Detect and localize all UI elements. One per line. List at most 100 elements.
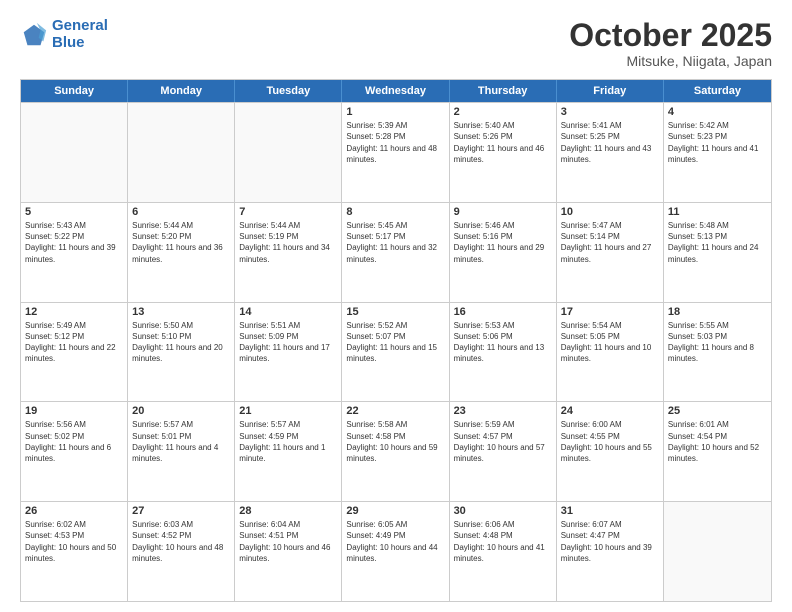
day-cell-24: 24 Sunrise: 6:00 AM Sunset: 4:55 PM Dayli… xyxy=(557,402,664,501)
week-row-5: 26Sunrise: 6:02 AM Sunset: 4:53 PM Dayli… xyxy=(21,501,771,601)
day-number: 30 xyxy=(454,505,552,517)
header-day-wednesday: Wednesday xyxy=(342,80,449,102)
day-cell-2: 2 Sunrise: 5:40 AM Sunset: 5:26 PM Daylig… xyxy=(450,103,557,202)
day-number: 17 xyxy=(561,306,659,318)
day-number: 5 xyxy=(25,206,123,218)
day-info: Sunrise: 5:40 AM Sunset: 5:26 PM Dayligh… xyxy=(454,120,552,165)
day-info: Sunrise: 5:50 AM Sunset: 5:10 PM Dayligh… xyxy=(132,320,230,365)
day-cell-15: 15 Sunrise: 5:52 AM Sunset: 5:07 PM Dayli… xyxy=(342,303,449,402)
day-cell-28: 28Sunrise: 6:04 AM Sunset: 4:51 PM Dayli… xyxy=(235,502,342,601)
day-info: Sunrise: 5:41 AM Sunset: 5:25 PM Dayligh… xyxy=(561,120,659,165)
day-number: 12 xyxy=(25,306,123,318)
day-number: 9 xyxy=(454,206,552,218)
day-number: 28 xyxy=(239,505,337,517)
day-cell-21: 21Sunrise: 5:57 AM Sunset: 4:59 PM Dayli… xyxy=(235,402,342,501)
day-cell-19: 19 Sunrise: 5:56 AM Sunset: 5:02 PM Dayli… xyxy=(21,402,128,501)
day-number: 3 xyxy=(561,106,659,118)
day-info: Sunrise: 6:00 AM Sunset: 4:55 PM Dayligh… xyxy=(561,419,659,464)
day-info: Sunrise: 5:59 AM Sunset: 4:57 PM Dayligh… xyxy=(454,419,552,464)
header-day-tuesday: Tuesday xyxy=(235,80,342,102)
day-cell-9: 9Sunrise: 5:46 AM Sunset: 5:16 PM Daylig… xyxy=(450,203,557,302)
week-row-4: 19 Sunrise: 5:56 AM Sunset: 5:02 PM Dayli… xyxy=(21,401,771,501)
month-title: October 2025 xyxy=(569,18,772,53)
day-number: 29 xyxy=(346,505,444,517)
page: General Blue October 2025 Mitsuke, Niiga… xyxy=(0,0,792,612)
day-number: 2 xyxy=(454,106,552,118)
day-number: 31 xyxy=(561,505,659,517)
calendar: SundayMondayTuesdayWednesdayThursdayFrid… xyxy=(20,79,772,602)
day-number: 1 xyxy=(346,106,444,118)
day-number: 20 xyxy=(132,405,230,417)
day-number: 6 xyxy=(132,206,230,218)
logo-icon xyxy=(20,21,48,49)
day-cell-16: 16Sunrise: 5:53 AM Sunset: 5:06 PM Dayli… xyxy=(450,303,557,402)
day-info: Sunrise: 5:39 AM Sunset: 5:28 PM Dayligh… xyxy=(346,120,444,165)
day-cell-22: 22 Sunrise: 5:58 AM Sunset: 4:58 PM Dayli… xyxy=(342,402,449,501)
day-info: Sunrise: 5:52 AM Sunset: 5:07 PM Dayligh… xyxy=(346,320,444,365)
day-info: Sunrise: 5:43 AM Sunset: 5:22 PM Dayligh… xyxy=(25,220,123,265)
day-info: Sunrise: 5:47 AM Sunset: 5:14 PM Dayligh… xyxy=(561,220,659,265)
day-cell-23: 23 Sunrise: 5:59 AM Sunset: 4:57 PM Dayli… xyxy=(450,402,557,501)
day-info: Sunrise: 6:05 AM Sunset: 4:49 PM Dayligh… xyxy=(346,519,444,564)
day-number: 19 xyxy=(25,405,123,417)
day-number: 13 xyxy=(132,306,230,318)
day-info: Sunrise: 5:55 AM Sunset: 5:03 PM Dayligh… xyxy=(668,320,767,365)
day-info: Sunrise: 6:06 AM Sunset: 4:48 PM Dayligh… xyxy=(454,519,552,564)
day-info: Sunrise: 5:48 AM Sunset: 5:13 PM Dayligh… xyxy=(668,220,767,265)
day-cell-18: 18 Sunrise: 5:55 AM Sunset: 5:03 PM Dayli… xyxy=(664,303,771,402)
day-number: 14 xyxy=(239,306,337,318)
day-cell-20: 20 Sunrise: 5:57 AM Sunset: 5:01 PM Dayli… xyxy=(128,402,235,501)
day-cell-30: 30 Sunrise: 6:06 AM Sunset: 4:48 PM Dayli… xyxy=(450,502,557,601)
day-cell-17: 17Sunrise: 5:54 AM Sunset: 5:05 PM Dayli… xyxy=(557,303,664,402)
week-row-3: 12 Sunrise: 5:49 AM Sunset: 5:12 PM Dayli… xyxy=(21,302,771,402)
day-number: 15 xyxy=(346,306,444,318)
day-number: 18 xyxy=(668,306,767,318)
day-info: Sunrise: 5:42 AM Sunset: 5:23 PM Dayligh… xyxy=(668,120,767,165)
day-cell-1: 1 Sunrise: 5:39 AM Sunset: 5:28 PM Daylig… xyxy=(342,103,449,202)
day-number: 8 xyxy=(346,206,444,218)
day-number: 16 xyxy=(454,306,552,318)
day-cell-29: 29 Sunrise: 6:05 AM Sunset: 4:49 PM Dayli… xyxy=(342,502,449,601)
day-cell-4: 4 Sunrise: 5:42 AM Sunset: 5:23 PM Daylig… xyxy=(664,103,771,202)
day-info: Sunrise: 6:07 AM Sunset: 4:47 PM Dayligh… xyxy=(561,519,659,564)
day-number: 25 xyxy=(668,405,767,417)
day-cell-8: 8Sunrise: 5:45 AM Sunset: 5:17 PM Daylig… xyxy=(342,203,449,302)
day-info: Sunrise: 5:44 AM Sunset: 5:19 PM Dayligh… xyxy=(239,220,337,265)
day-info: Sunrise: 5:58 AM Sunset: 4:58 PM Dayligh… xyxy=(346,419,444,464)
day-cell-5: 5 Sunrise: 5:43 AM Sunset: 5:22 PM Daylig… xyxy=(21,203,128,302)
day-info: Sunrise: 5:49 AM Sunset: 5:12 PM Dayligh… xyxy=(25,320,123,365)
day-info: Sunrise: 6:01 AM Sunset: 4:54 PM Dayligh… xyxy=(668,419,767,464)
calendar-body: 1 Sunrise: 5:39 AM Sunset: 5:28 PM Daylig… xyxy=(21,102,771,601)
day-number: 23 xyxy=(454,405,552,417)
logo-text: General Blue xyxy=(52,18,108,51)
day-number: 21 xyxy=(239,405,337,417)
day-number: 7 xyxy=(239,206,337,218)
day-number: 27 xyxy=(132,505,230,517)
logo-line2: Blue xyxy=(52,34,85,51)
empty-cell xyxy=(664,502,771,601)
day-info: Sunrise: 5:51 AM Sunset: 5:09 PM Dayligh… xyxy=(239,320,337,365)
week-row-2: 5 Sunrise: 5:43 AM Sunset: 5:22 PM Daylig… xyxy=(21,202,771,302)
location: Mitsuke, Niigata, Japan xyxy=(569,53,772,69)
header-day-saturday: Saturday xyxy=(664,80,771,102)
calendar-header: SundayMondayTuesdayWednesdayThursdayFrid… xyxy=(21,80,771,102)
day-info: Sunrise: 5:57 AM Sunset: 5:01 PM Dayligh… xyxy=(132,419,230,464)
day-cell-27: 27Sunrise: 6:03 AM Sunset: 4:52 PM Dayli… xyxy=(128,502,235,601)
day-info: Sunrise: 6:02 AM Sunset: 4:53 PM Dayligh… xyxy=(25,519,123,564)
day-number: 4 xyxy=(668,106,767,118)
header: General Blue October 2025 Mitsuke, Niiga… xyxy=(20,18,772,69)
day-cell-26: 26Sunrise: 6:02 AM Sunset: 4:53 PM Dayli… xyxy=(21,502,128,601)
empty-cell xyxy=(235,103,342,202)
day-number: 24 xyxy=(561,405,659,417)
day-cell-6: 6Sunrise: 5:44 AM Sunset: 5:20 PM Daylig… xyxy=(128,203,235,302)
day-cell-7: 7 Sunrise: 5:44 AM Sunset: 5:19 PM Daylig… xyxy=(235,203,342,302)
day-cell-10: 10Sunrise: 5:47 AM Sunset: 5:14 PM Dayli… xyxy=(557,203,664,302)
header-day-monday: Monday xyxy=(128,80,235,102)
day-cell-14: 14 Sunrise: 5:51 AM Sunset: 5:09 PM Dayli… xyxy=(235,303,342,402)
header-day-sunday: Sunday xyxy=(21,80,128,102)
day-info: Sunrise: 5:56 AM Sunset: 5:02 PM Dayligh… xyxy=(25,419,123,464)
day-number: 22 xyxy=(346,405,444,417)
header-day-friday: Friday xyxy=(557,80,664,102)
day-cell-11: 11Sunrise: 5:48 AM Sunset: 5:13 PM Dayli… xyxy=(664,203,771,302)
empty-cell xyxy=(128,103,235,202)
